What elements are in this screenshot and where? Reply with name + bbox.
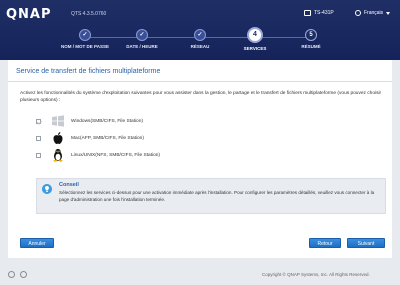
next-button[interactable]: Suivant bbox=[347, 238, 385, 248]
step-2: ✓ DATE / HEURE bbox=[112, 29, 172, 49]
help-icon[interactable] bbox=[20, 271, 27, 278]
option-linux[interactable]: Linux/UNIX(NFS, SMB/CIFS, File Station) bbox=[36, 147, 160, 163]
option-windows[interactable]: Windows(SMB/CIFS, File Station) bbox=[36, 113, 143, 129]
tip-box: Conseil Sélectionnez les services ci-des… bbox=[36, 178, 386, 214]
step-3: ✓ RÉSEAU bbox=[170, 29, 230, 49]
step-4-circle: 4 bbox=[247, 27, 263, 43]
mac-label: Mac(AFP, SMB/CIFS, File Station) bbox=[71, 135, 144, 141]
main-panel: Service de transfert de fichiers multipl… bbox=[8, 60, 392, 258]
device-info: TS-431P bbox=[304, 10, 334, 16]
apple-icon bbox=[53, 132, 63, 144]
step-1-label: NOM / MOT DE PASSE bbox=[61, 44, 109, 49]
step-4: 4 SERVICES bbox=[225, 27, 285, 51]
intro-text: Activez les fonctionnalités du système d… bbox=[20, 91, 382, 103]
tip-title: Conseil bbox=[59, 182, 79, 188]
step-5-label: RÉSUMÉ bbox=[301, 44, 321, 49]
header-bar: QNAP QTS 4.3.5.0760 TS-431P Français ✓ N… bbox=[0, 0, 400, 60]
language-label: Français bbox=[364, 10, 384, 16]
chevron-down-icon bbox=[386, 11, 391, 15]
linux-label: Linux/UNIX(NFS, SMB/CIFS, File Station) bbox=[71, 152, 161, 158]
windows-label: Windows(SMB/CIFS, File Station) bbox=[71, 118, 143, 124]
mac-checkbox[interactable] bbox=[36, 135, 41, 141]
windows-icon bbox=[52, 115, 64, 127]
device-model: TS-431P bbox=[314, 10, 334, 16]
title-divider bbox=[8, 81, 392, 82]
settings-icon[interactable] bbox=[8, 271, 15, 278]
step-4-label: SERVICES bbox=[243, 46, 267, 51]
cancel-button[interactable]: Annuler bbox=[20, 238, 54, 248]
linux-icon bbox=[53, 148, 63, 162]
globe-icon bbox=[355, 10, 361, 16]
windows-checkbox[interactable] bbox=[36, 118, 41, 124]
lightbulb-icon bbox=[42, 184, 52, 194]
step-3-label: RÉSEAU bbox=[190, 44, 210, 49]
back-button[interactable]: Retour bbox=[309, 238, 341, 248]
linux-checkbox[interactable] bbox=[36, 152, 41, 158]
language-selector[interactable]: Français bbox=[355, 10, 391, 16]
step-5: 5 RÉSUMÉ bbox=[281, 29, 341, 49]
step-1: ✓ NOM / MOT DE PASSE bbox=[55, 29, 115, 49]
tip-text: Sélectionnez les services ci-dessus pour… bbox=[59, 190, 375, 202]
copyright-text: Copyright © QNAP Systems, Inc. All Right… bbox=[262, 272, 370, 277]
page-title: Service de transfert de fichiers multipl… bbox=[16, 68, 161, 75]
step-3-circle: ✓ bbox=[194, 29, 206, 41]
qnap-logo: QNAP bbox=[6, 7, 52, 22]
step-2-circle: ✓ bbox=[136, 29, 148, 41]
step-1-circle: ✓ bbox=[79, 29, 91, 41]
nas-device-icon bbox=[304, 10, 311, 16]
option-mac[interactable]: Mac(AFP, SMB/CIFS, File Station) bbox=[36, 130, 144, 146]
step-2-label: DATE / HEURE bbox=[126, 44, 158, 49]
step-5-circle: 5 bbox=[305, 29, 317, 41]
firmware-version: QTS 4.3.5.0760 bbox=[71, 11, 107, 17]
